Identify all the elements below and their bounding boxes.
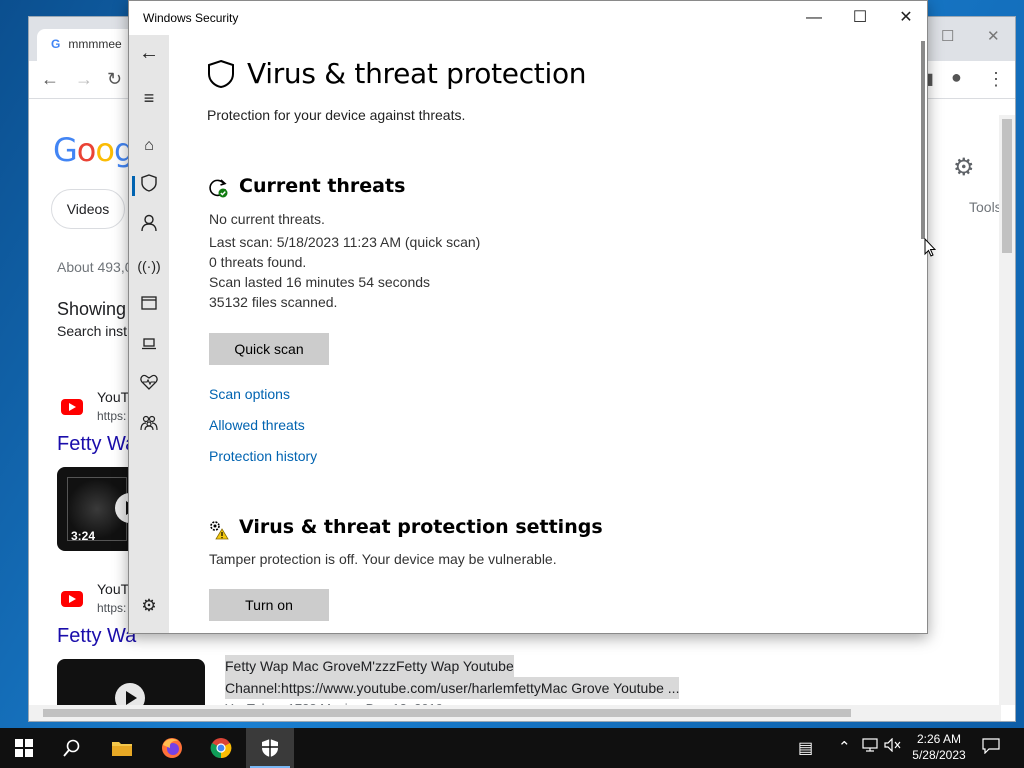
results-count: About 493,0 (57, 259, 133, 275)
firefox-icon[interactable] (148, 728, 196, 768)
search-icon[interactable] (48, 728, 96, 768)
chrome-vertical-scrollbar[interactable] (999, 115, 1015, 705)
taskbar-clock[interactable]: 2:26 AM 5/28/2023 (904, 731, 974, 763)
notifications-icon[interactable] (982, 738, 1000, 759)
settings-warning-icon (207, 518, 229, 540)
hamburger-menu-icon[interactable]: ≡ (137, 86, 161, 110)
security-nav-sidebar: ← ≡ ⌂ ((·)) ⚙ (129, 35, 169, 633)
app-browser-control-icon[interactable] (137, 294, 161, 318)
result-title-link[interactable]: Fetty Wa (57, 625, 136, 648)
snippet-line: Channel:https://www.youtube.com/user/har… (225, 677, 680, 699)
result-url[interactable]: https: (97, 601, 126, 615)
start-windows-icon[interactable] (0, 728, 48, 768)
tamper-protection-warning: Tamper protection is off. Your device ma… (209, 551, 557, 567)
page-subtitle: Protection for your device against threa… (207, 107, 466, 123)
videos-chip[interactable]: Videos (51, 189, 125, 229)
tab-title: mmmmee (68, 37, 122, 51)
firewall-network-icon[interactable]: ((·)) (137, 254, 161, 278)
network-icon[interactable] (862, 738, 878, 756)
files-scanned-line: 35132 files scanned. (209, 294, 338, 310)
windows-security-taskbar-icon[interactable] (246, 728, 294, 768)
security-content: Virus & threat protection Protection for… (169, 35, 919, 633)
google-settings-gear-icon[interactable]: ⚙ (953, 153, 975, 182)
home-icon[interactable]: ⌂ (137, 134, 161, 158)
quick-scan-button[interactable]: Quick scan (209, 333, 329, 365)
mouse-cursor-icon (924, 238, 936, 257)
result-url[interactable]: https: (97, 409, 126, 423)
back-arrow-icon[interactable]: ← (137, 41, 161, 65)
chrome-close-icon[interactable]: ✕ (987, 27, 1000, 45)
window-titlebar[interactable]: Windows Security — ☐ ✕ (129, 1, 927, 35)
security-scrollbar[interactable] (921, 41, 925, 239)
show-hidden-icons-chevron-icon[interactable]: ⌃ (838, 738, 851, 756)
shield-icon (207, 59, 235, 89)
device-health-icon[interactable] (137, 374, 161, 398)
protection-history-link[interactable]: Protection history (209, 448, 317, 464)
volume-muted-icon[interactable] (884, 737, 902, 756)
scan-options-link[interactable]: Scan options (209, 386, 290, 402)
windows-security-window: Windows Security — ☐ ✕ ← ≡ ⌂ ((·)) ⚙ Vir… (128, 0, 928, 634)
result-site: YouT (97, 389, 130, 405)
device-security-icon[interactable] (137, 334, 161, 358)
allowed-threats-link[interactable]: Allowed threats (209, 417, 305, 433)
threats-found-line: 0 threats found. (209, 254, 307, 270)
google-favicon-icon: G (51, 37, 61, 51)
search-instead-link[interactable]: Search inst (57, 323, 127, 339)
account-icon[interactable] (137, 214, 161, 238)
file-explorer-icon[interactable] (98, 728, 146, 768)
nav-selection-indicator (132, 176, 135, 196)
last-scan-line: Last scan: 5/18/2023 11:23 AM (quick sca… (209, 234, 481, 250)
close-icon[interactable]: ✕ (883, 5, 927, 33)
snippet-line: Fetty Wap Mac GroveM'zzzFetty Wap Youtub… (225, 655, 514, 677)
turn-on-button[interactable]: Turn on (209, 589, 329, 621)
chrome-forward-icon[interactable]: → (75, 69, 93, 90)
video-duration: 3:24 (71, 529, 96, 543)
result-title-link[interactable]: Fetty Wa (57, 433, 136, 456)
tools-button[interactable]: Tools (969, 199, 1002, 215)
minimize-icon[interactable]: — (791, 5, 837, 33)
chrome-menu-icon[interactable]: ⋮ (987, 69, 1005, 90)
current-threats-heading: Current threats (239, 175, 406, 197)
scan-duration-line: Scan lasted 16 minutes 54 seconds (209, 274, 431, 290)
chrome-reload-icon[interactable]: ↻ (107, 69, 122, 90)
settings-gear-icon[interactable]: ⚙ (137, 594, 161, 618)
chrome-maximize-icon[interactable]: ☐ (941, 27, 954, 45)
result-site: YouT (97, 581, 130, 597)
chrome-icon[interactable] (197, 728, 245, 768)
page-title: Virus & threat protection (247, 57, 587, 90)
family-options-icon[interactable] (137, 415, 161, 439)
showing-results-for: Showing (57, 299, 127, 319)
clock-time: 2:26 AM (916, 732, 962, 746)
threat-status-line: No current threats. (209, 211, 325, 227)
news-widget-icon[interactable]: ▤ (798, 738, 813, 758)
refresh-check-icon (207, 177, 229, 199)
window-title: Windows Security (143, 11, 239, 25)
taskbar: ▤ ⌃ 2:26 AM 5/28/2023 (0, 728, 1024, 768)
maximize-icon[interactable]: ☐ (837, 5, 883, 33)
youtube-favicon-icon (61, 399, 83, 415)
chrome-horizontal-scrollbar[interactable] (29, 705, 1001, 721)
profile-avatar-icon[interactable]: ● (951, 67, 962, 88)
protection-settings-heading: Virus & threat protection settings (239, 516, 603, 538)
chrome-back-icon[interactable]: ← (41, 69, 59, 90)
youtube-favicon-icon (61, 591, 83, 607)
clock-date: 5/28/2023 (912, 748, 966, 762)
shield-icon[interactable] (137, 174, 161, 198)
